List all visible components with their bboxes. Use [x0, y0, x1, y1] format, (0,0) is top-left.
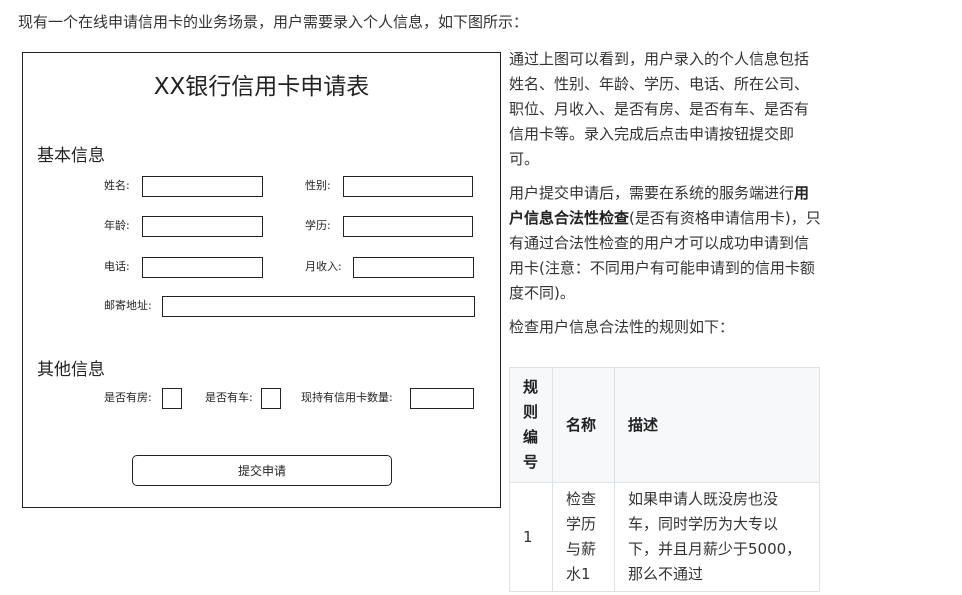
income-label: 月收入:	[305, 260, 342, 273]
house-checkbox[interactable]	[162, 388, 182, 409]
intro-text: 现有一个在线申请信用卡的业务场景，用户需要录入个人信息，如下图所示：	[18, 13, 529, 31]
column-header-name: 名称	[552, 367, 615, 483]
name-label: 姓名:	[104, 179, 130, 192]
paragraph-rules-intro: 检查用户信息合法性的规则如下：	[509, 318, 735, 336]
paragraph-validation: 用户提交申请后，需要在系统的服务端进行用户信息合法性检查(是否有资格申请信用卡)…	[509, 181, 821, 306]
age-label: 年龄:	[104, 219, 130, 232]
address-label: 邮寄地址:	[104, 299, 152, 312]
address-input[interactable]	[162, 296, 475, 317]
gender-input[interactable]	[343, 176, 473, 197]
table-row: 1 检查学历与薪水1 如果申请人既没房也没车，同时学历为大专以下，并且月薪少于5…	[509, 482, 820, 592]
form-title: XX银行信用卡申请表	[153, 74, 370, 100]
car-checkbox[interactable]	[261, 388, 281, 409]
other-info-heading: 其他信息	[37, 360, 105, 380]
column-header-rule-no: 规则编号	[509, 367, 553, 483]
age-input[interactable]	[142, 216, 263, 237]
rules-table: 规则编号 名称 描述 1 检查学历与薪水1 如果申请人既没房也没车，同时学历为大…	[509, 367, 820, 592]
cell-rule-description: 如果申请人既没房也没车，同时学历为大专以下，并且月薪少于5000，那么不通过	[614, 482, 820, 592]
basic-info-heading: 基本信息	[37, 146, 105, 166]
education-input[interactable]	[343, 216, 473, 237]
card-count-input[interactable]	[410, 388, 474, 409]
submit-application-button[interactable]: 提交申请	[132, 455, 392, 486]
income-input[interactable]	[353, 257, 474, 278]
paragraph-validation-lead: 用户提交申请后，需要在系统的服务端进行	[509, 184, 795, 202]
cell-rule-no: 1	[509, 482, 553, 592]
paragraph-overview: 通过上图可以看到，用户录入的个人信息包括姓名、性别、年龄、学历、电话、所在公司、…	[509, 50, 810, 168]
education-label: 学历:	[305, 219, 331, 232]
phone-input[interactable]	[142, 257, 263, 278]
explanation-column: 通过上图可以看到，用户录入的个人信息包括姓名、性别、年龄、学历、电话、所在公司、…	[509, 47, 821, 349]
cell-rule-name: 检查学历与薪水1	[552, 482, 615, 592]
gender-label: 性别:	[305, 179, 331, 192]
table-header-row: 规则编号 名称 描述	[509, 367, 820, 483]
phone-label: 电话:	[104, 260, 130, 273]
name-input[interactable]	[142, 176, 263, 197]
credit-card-application-form: XX银行信用卡申请表 基本信息 姓名: 性别: 年龄: 学历: 电话: 月收入:…	[22, 52, 501, 508]
house-label: 是否有房:	[104, 391, 152, 404]
column-header-description: 描述	[614, 367, 820, 483]
card-count-label: 现持有信用卡数量:	[301, 391, 393, 404]
car-label: 是否有车:	[205, 391, 253, 404]
